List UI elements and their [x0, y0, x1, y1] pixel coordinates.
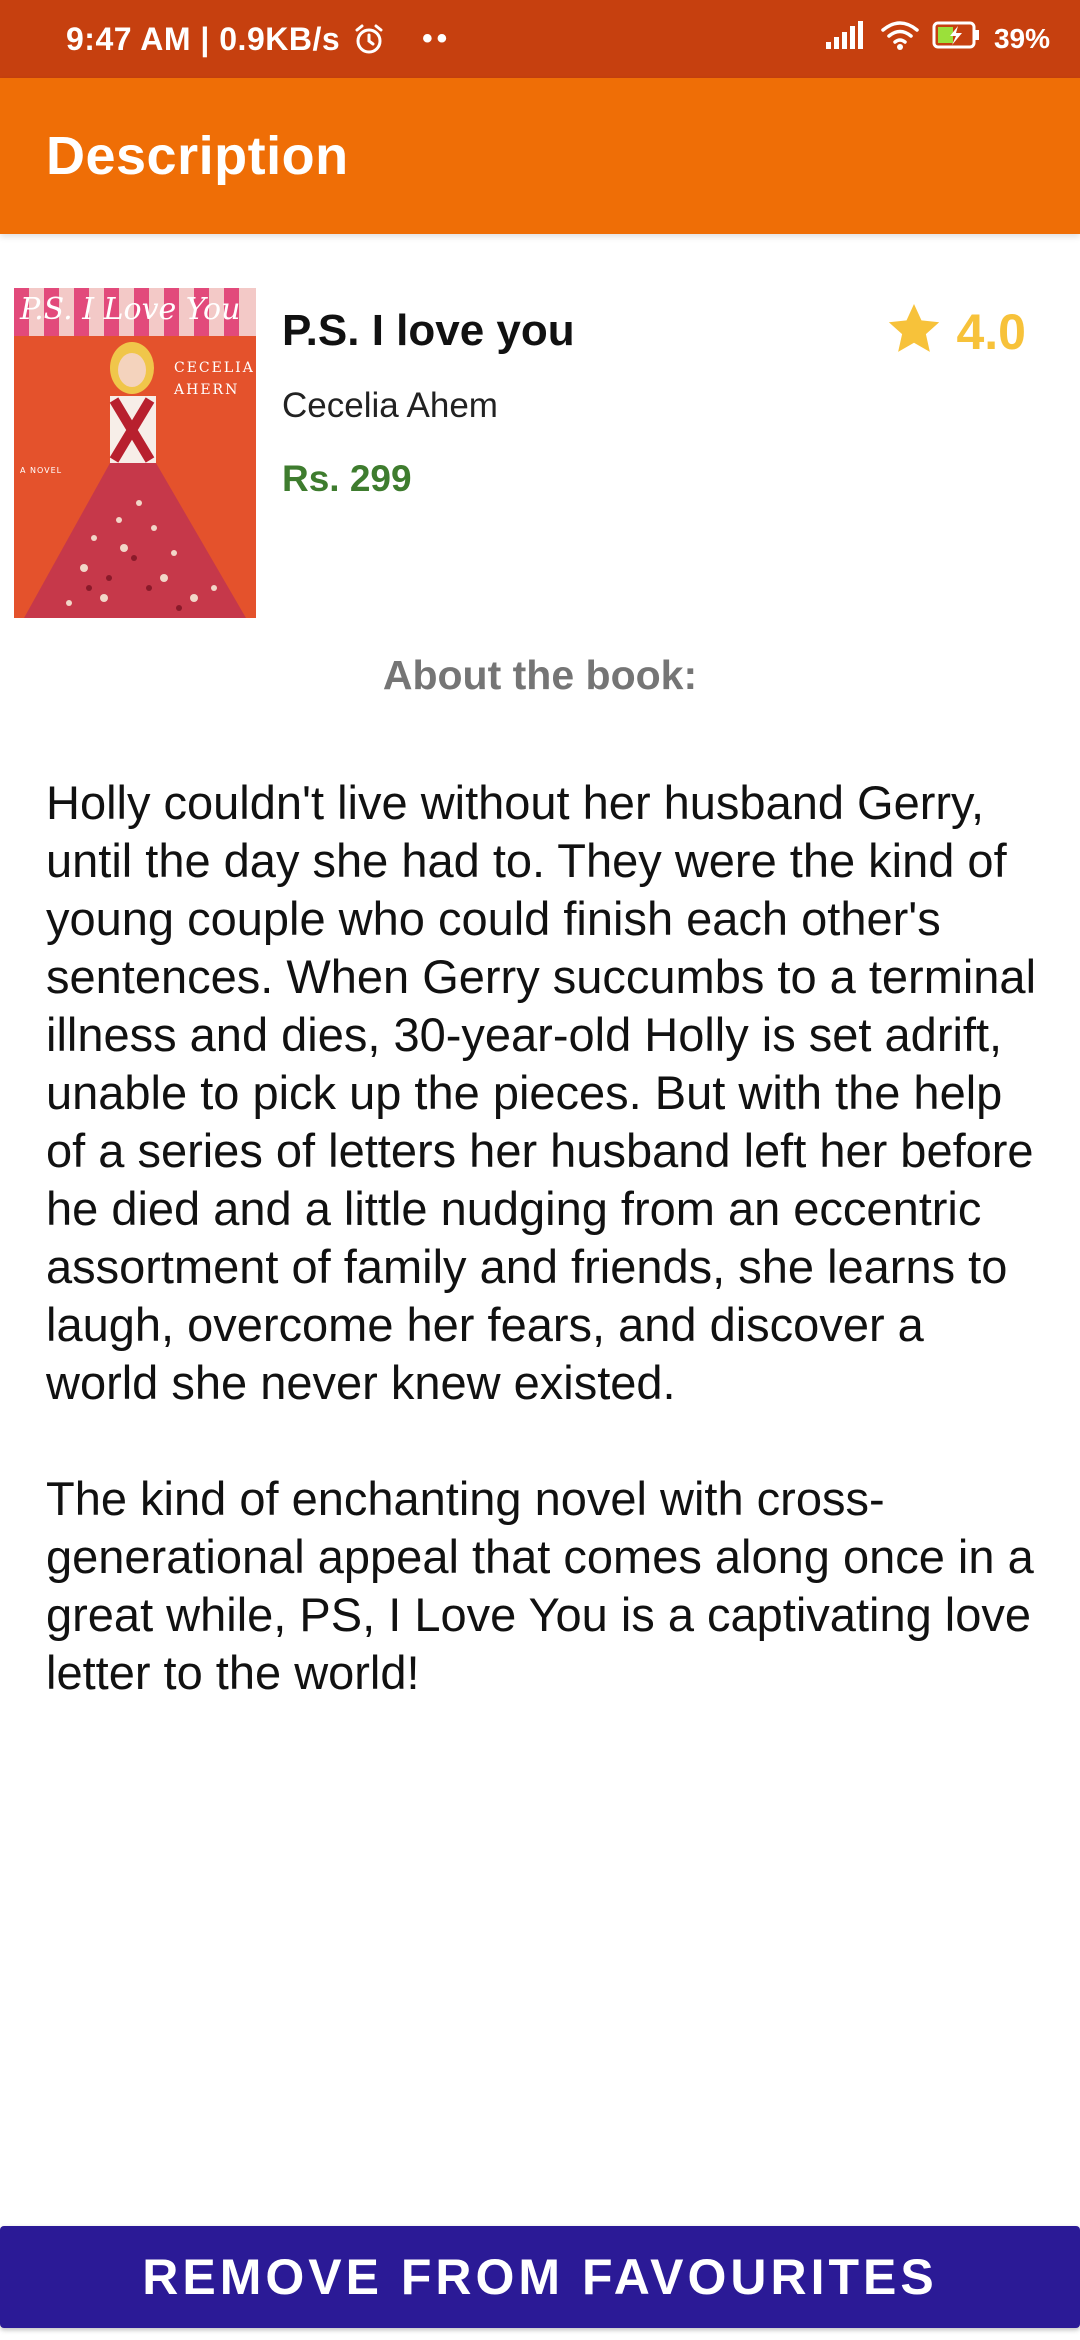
book-description: Holly couldn't live without her husband …	[46, 774, 1046, 1760]
description-paragraph: Holly couldn't live without her husband …	[46, 776, 1037, 1409]
remove-from-favourites-button[interactable]: REMOVE FROM FAVOURITES	[0, 2226, 1080, 2328]
book-price: Rs. 299	[282, 458, 412, 499]
battery-percentage: 39%	[993, 23, 1050, 54]
cover-author-first: Cecelia	[174, 360, 255, 376]
status-separator: |	[191, 20, 220, 57]
rating-value: 4.0	[956, 303, 1026, 360]
about-heading: About the book:	[382, 652, 698, 698]
book-author: Cecelia Ahem	[282, 386, 498, 425]
book-cover: P.S. I Love You Cecelia Ahern A NOVEL	[14, 288, 256, 618]
alarm-icon	[352, 22, 386, 56]
star-icon	[886, 302, 942, 361]
description-paragraph: The kind of enchanting novel with cross-…	[46, 1472, 1034, 1699]
app-bar: Description	[0, 78, 1080, 234]
notification-dots: ••	[422, 22, 452, 55]
book-title: P.S. I love you	[282, 306, 575, 355]
battery-charging-icon	[932, 20, 982, 58]
status-speed: 0.9KB/s	[219, 20, 341, 57]
cover-author-last: Ahern	[174, 382, 240, 398]
status-right: 39%	[824, 19, 1050, 59]
status-bar: 9:47 AM | 0.9KB/s •• 39%	[0, 0, 1080, 78]
signal-icon	[824, 20, 868, 58]
status-time: 9:47 AM	[66, 20, 192, 57]
status-left: 9:47 AM | 0.9KB/s ••	[66, 21, 451, 58]
cover-title: P.S. I Love You	[20, 292, 241, 327]
wifi-icon	[880, 19, 920, 59]
book-rating: 4.0	[886, 302, 1026, 361]
page-title: Description	[46, 126, 349, 186]
cover-tag: A NOVEL	[20, 466, 63, 475]
